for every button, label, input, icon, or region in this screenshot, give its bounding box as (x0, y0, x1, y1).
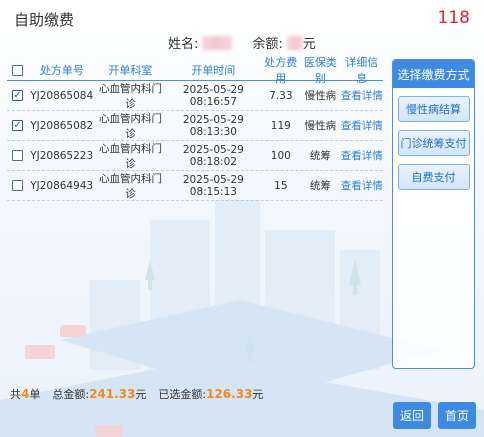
self-pay-button[interactable]: 自费支付 (397, 164, 470, 190)
balance-masked (286, 35, 303, 50)
cell-fee: 100 (270, 149, 291, 162)
table-row[interactable]: YJ20865223 心血管内科门诊 2025-05-29 08:18:02 100 统… (7, 141, 383, 171)
col-header-type: 医保类别 (303, 56, 337, 85)
count-suffix: 单 (29, 388, 41, 401)
cell-prescription-no: YJ20865082 (30, 119, 94, 132)
countdown-timer: 118 (437, 8, 470, 28)
select-all-checkbox[interactable] (12, 64, 24, 76)
cell-prescription-no: YJ20865223 (30, 149, 94, 162)
cell-insurance-type: 慢性病 (304, 90, 337, 102)
table-header: 处方单号 开单科室 开单时间 处方费用 医保类别 详细信息 (7, 56, 383, 85)
cell-time: 2025-05-29 08:16:57 (182, 83, 244, 108)
cell-prescription-no: YJ20865084 (30, 89, 94, 102)
view-detail-link[interactable]: 查看详情 (341, 178, 383, 193)
name-masked (202, 35, 233, 50)
cell-insurance-type: 统筹 (309, 180, 331, 192)
cell-dept: 心血管内科门诊 (98, 112, 162, 140)
back-button[interactable]: 返回 (393, 402, 431, 429)
payment-panel-header: 选择缴费方式 (393, 60, 474, 88)
cell-insurance-type: 统筹 (309, 150, 331, 162)
cell-dept: 心血管内科门诊 (98, 82, 162, 110)
patient-info: 姓名: 余额: 元 (168, 33, 316, 52)
col-header-fee: 处方费用 (264, 56, 298, 85)
cell-dept: 心血管内科门诊 (98, 172, 162, 200)
balance-label: 余额: (252, 37, 283, 52)
name-label: 姓名: (168, 37, 199, 52)
row-checkbox[interactable]: ✓ (12, 90, 24, 101)
selected-label: 已选金额: (158, 388, 207, 401)
col-header-time: 开单时间 (191, 64, 236, 77)
cell-fee: 15 (274, 179, 288, 192)
cell-prescription-no: YJ20864943 (30, 179, 94, 192)
selected-amount: 126.33 (206, 387, 253, 401)
row-checkbox[interactable] (12, 180, 24, 191)
cell-time: 2025-05-29 08:13:30 (182, 113, 244, 138)
balance-unit: 元 (302, 37, 316, 52)
cell-time: 2025-05-29 08:18:02 (182, 143, 244, 168)
count-prefix: 共 (10, 388, 21, 401)
row-checkbox[interactable]: ✓ (12, 120, 24, 131)
chronic-settlement-button[interactable]: 慢性病结算 (397, 96, 470, 122)
view-detail-link[interactable]: 查看详情 (341, 118, 383, 133)
total-amount: 241.33 (89, 387, 136, 401)
cell-fee: 119 (270, 119, 291, 132)
view-detail-link[interactable]: 查看详情 (341, 88, 383, 103)
col-header-no: 处方单号 (39, 64, 84, 77)
cell-insurance-type: 慢性病 (304, 120, 337, 132)
col-header-dept: 开单科室 (108, 64, 153, 77)
payment-method-panel: 选择缴费方式 慢性病结算 门诊统筹支付 自费支付 (392, 59, 475, 369)
total-label: 总金额: (52, 388, 90, 401)
table-row[interactable]: YJ20864943 心血管内科门诊 2025-05-29 08:15:13 15 统筹… (7, 171, 383, 201)
view-detail-link[interactable]: 查看详情 (341, 148, 383, 163)
cell-dept: 心血管内科门诊 (98, 142, 162, 170)
order-count: 4 (21, 387, 30, 401)
cell-time: 2025-05-29 08:15:13 (182, 173, 244, 198)
page-title: 自助缴费 (14, 11, 75, 29)
table-row[interactable]: ✓ YJ20865082 心血管内科门诊 2025-05-29 08:13:30 119… (7, 111, 383, 141)
row-checkbox[interactable] (12, 150, 24, 161)
total-unit: 元 (135, 388, 147, 401)
selected-unit: 元 (252, 388, 264, 401)
prescription-table: 处方单号 开单科室 开单时间 处方费用 医保类别 详细信息 ✓ YJ2086508… (7, 56, 383, 201)
col-header-detail: 详细信息 (345, 56, 379, 85)
payment-summary: 共 4 单 总金额: 241.33 元 已选金额: 126.33 元 (10, 386, 263, 402)
outpatient-pooling-button[interactable]: 门诊统筹支付 (397, 130, 470, 156)
home-button[interactable]: 首页 (438, 402, 476, 429)
cell-fee: 7.33 (269, 89, 293, 102)
